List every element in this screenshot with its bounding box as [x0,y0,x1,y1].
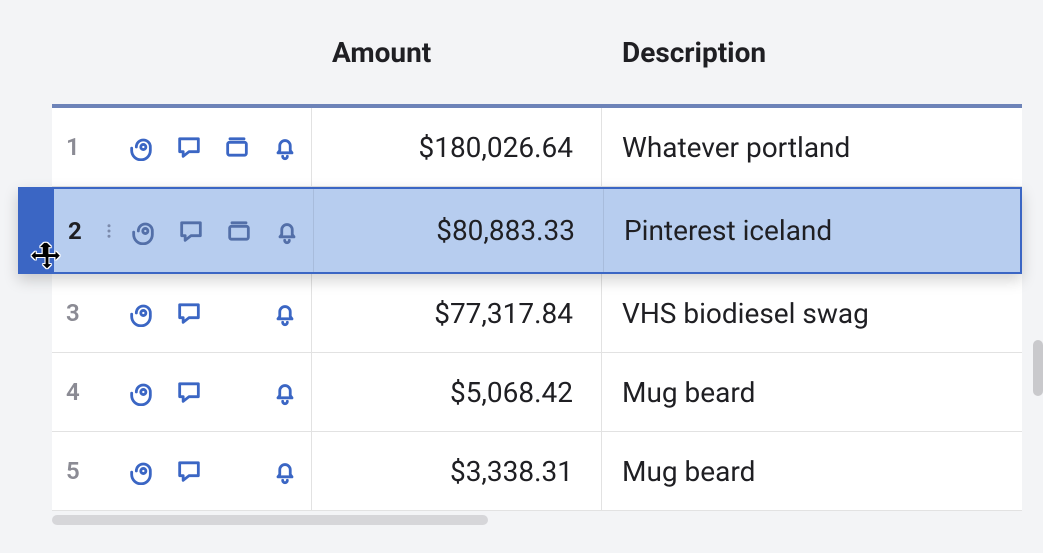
more-dots-icon[interactable] [98,218,120,244]
comment-icon[interactable] [174,456,204,486]
comment-icon[interactable] [176,216,206,246]
bell-icon[interactable] [270,377,300,407]
table-body: 1 $180,026.64 Whatever portland 2 [52,108,1022,511]
vertical-scrollbar[interactable] [1033,340,1043,396]
row-gutter: 5 [52,432,312,510]
table-row[interactable]: 3 $77,317.84 VHS biodiesel swag [52,274,1022,353]
table-row-selected[interactable]: 2 $80,883.33 Pinterest iceland [18,187,1022,274]
card-icon[interactable] [222,132,252,162]
attachment-icon[interactable] [126,132,156,162]
amount-cell[interactable]: $180,026.64 [312,108,602,186]
row-number: 1 [66,133,96,161]
attachment-icon[interactable] [128,216,158,246]
bell-icon[interactable] [270,298,300,328]
attachment-icon[interactable] [126,298,156,328]
bell-icon[interactable] [270,132,300,162]
table-row[interactable]: 5 $3,338.31 Mug beard [52,432,1022,511]
table-row[interactable]: 4 $5,068.42 Mug beard [52,353,1022,432]
amount-cell[interactable]: $77,317.84 [312,274,602,352]
description-cell[interactable]: VHS biodiesel swag [602,274,1022,352]
description-cell[interactable]: Mug beard [602,432,1022,510]
row-number: 2 [68,217,98,245]
table-header-row: Amount Description [52,0,1022,104]
bell-icon[interactable] [270,456,300,486]
amount-cell[interactable]: $5,068.42 [312,353,602,431]
header-amount[interactable]: Amount [312,36,602,69]
comment-icon[interactable] [174,298,204,328]
row-gutter: 1 [52,108,312,186]
bell-icon[interactable] [272,216,302,246]
description-cell[interactable]: Mug beard [602,353,1022,431]
row-gutter: 2 [54,189,314,272]
drag-handle[interactable] [20,189,54,272]
row-number: 3 [66,299,96,327]
row-gutter: 4 [52,353,312,431]
amount-cell[interactable]: $3,338.31 [312,432,602,510]
description-cell[interactable]: Pinterest iceland [604,189,1020,272]
horizontal-scrollbar[interactable] [52,515,488,525]
comment-icon[interactable] [174,132,204,162]
attachment-icon[interactable] [126,456,156,486]
row-gutter: 3 [52,274,312,352]
data-table: Amount Description 1 $180,026.64 Whateve… [52,0,1022,511]
card-icon[interactable] [224,216,254,246]
table-row[interactable]: 1 $180,026.64 Whatever portland [52,108,1022,187]
attachment-icon[interactable] [126,377,156,407]
row-number: 5 [66,457,96,485]
amount-cell[interactable]: $80,883.33 [314,189,604,272]
description-cell[interactable]: Whatever portland [602,108,1022,186]
comment-icon[interactable] [174,377,204,407]
header-description[interactable]: Description [602,36,1022,69]
row-number: 4 [66,378,96,406]
